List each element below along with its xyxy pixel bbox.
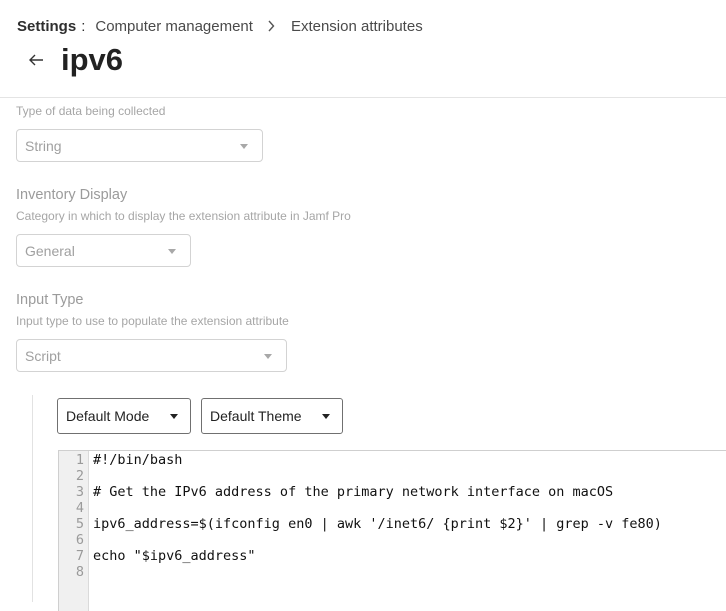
data-type-select[interactable]: String xyxy=(16,129,263,162)
caret-down-icon xyxy=(264,354,272,359)
page-header: Settings : Computer management Extension… xyxy=(0,0,726,98)
code-line[interactable]: ipv6_address=$(ifconfig en0 | awk '/inet… xyxy=(93,516,662,532)
data-type-description: Type of data being collected xyxy=(16,104,166,118)
inventory-display-description: Category in which to display the extensi… xyxy=(16,209,351,223)
caret-down-icon xyxy=(168,249,176,254)
inventory-display-value: General xyxy=(25,242,75,259)
input-type-select[interactable]: Script xyxy=(16,339,287,372)
back-button[interactable] xyxy=(26,50,46,70)
code-line[interactable]: # Get the IPv6 address of the primary ne… xyxy=(93,484,613,500)
breadcrumb-root[interactable]: Settings xyxy=(17,18,76,35)
breadcrumb-separator: : xyxy=(81,17,86,35)
caret-down-icon xyxy=(170,414,178,419)
editor-mode-select[interactable]: Default Mode xyxy=(57,398,191,434)
line-number: 7 xyxy=(75,548,84,564)
data-type-value: String xyxy=(25,137,62,154)
breadcrumb-computer-management[interactable]: Computer management xyxy=(95,18,253,35)
inventory-display-title: Inventory Display xyxy=(16,187,128,203)
input-type-value: Script xyxy=(25,347,61,364)
chevron-right-icon xyxy=(267,20,277,32)
caret-down-icon xyxy=(240,144,248,149)
inventory-display-select[interactable]: General xyxy=(16,234,191,267)
code-line[interactable]: #!/bin/bash xyxy=(93,452,182,468)
line-number: 2 xyxy=(75,468,84,484)
breadcrumb-extension-attributes[interactable]: Extension attributes xyxy=(291,18,423,35)
editor-theme-select[interactable]: Default Theme xyxy=(201,398,343,434)
line-number: 6 xyxy=(75,532,84,548)
code-editor[interactable]: 1 #!/bin/bash 2 3 # Get the IPv6 address… xyxy=(58,450,726,611)
input-type-description: Input type to use to populate the extens… xyxy=(16,314,289,328)
breadcrumb: Settings : Computer management Extension… xyxy=(17,17,423,35)
script-editor-panel: Default Mode Default Theme 1 #!/bin/bash… xyxy=(32,395,726,611)
page-title: ipv6 xyxy=(61,42,124,77)
arrow-left-icon xyxy=(29,54,43,66)
code-line[interactable]: echo "$ipv6_address" xyxy=(93,548,256,564)
line-number: 3 xyxy=(75,484,84,500)
line-number: 8 xyxy=(75,564,84,580)
line-number: 4 xyxy=(75,500,84,516)
input-type-title: Input Type xyxy=(16,292,84,308)
editor-mode-value: Default Mode xyxy=(66,408,150,424)
line-number: 5 xyxy=(75,516,84,532)
line-number: 1 xyxy=(75,452,84,468)
caret-down-icon xyxy=(322,414,330,419)
editor-theme-value: Default Theme xyxy=(210,408,302,424)
